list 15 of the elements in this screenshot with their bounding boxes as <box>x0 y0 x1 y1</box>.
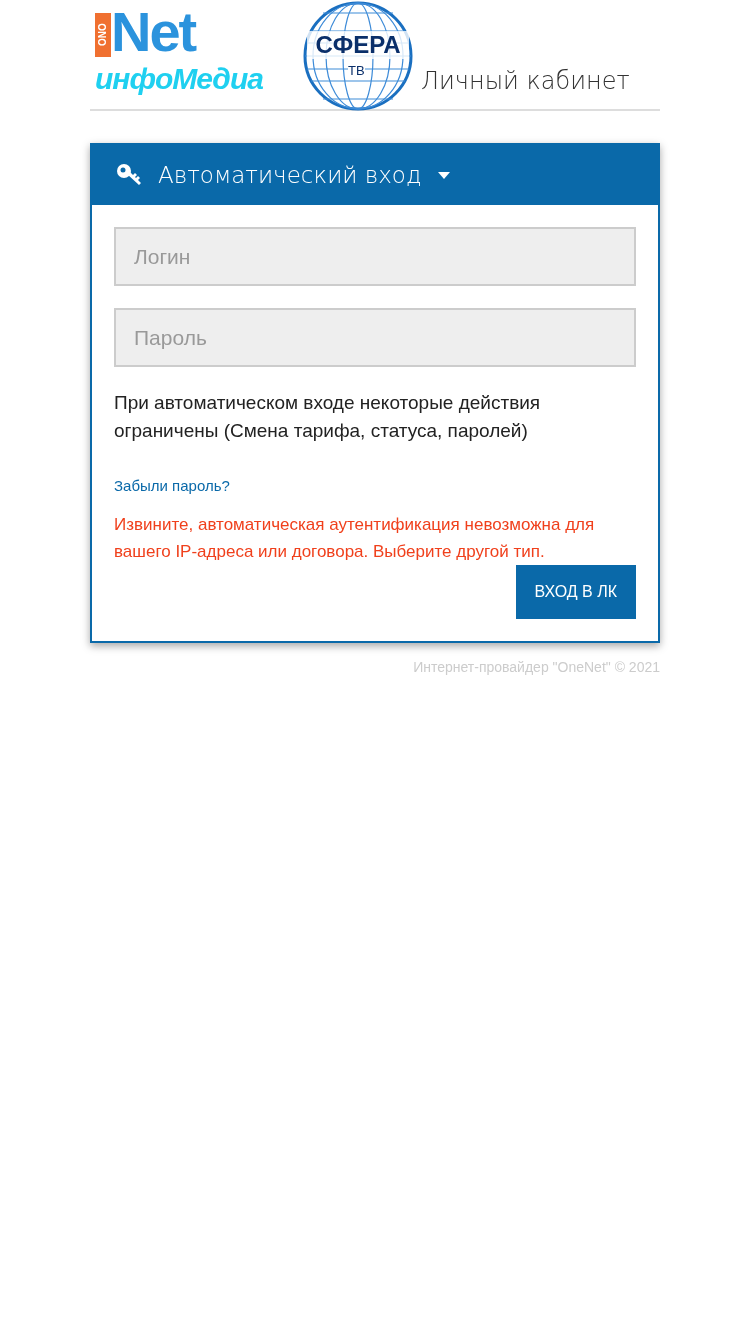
password-field[interactable]: Пароль <box>114 308 636 367</box>
login-mode-dropdown[interactable]: Автоматический вход <box>116 162 450 188</box>
caret-icon <box>437 171 450 179</box>
logo-text: ТВ <box>348 63 365 78</box>
logo-text: инфоМедиа <box>95 61 264 97</box>
login-button[interactable]: ВХОД В ЛК <box>515 565 636 619</box>
page-title: Личный кабинет <box>421 67 630 95</box>
error-message: Извините, автоматическая аутентификация невозможна для вашего IP-адреса или договора. Выберите другой тип. <box>114 514 596 563</box>
login-field[interactable]: Логин <box>114 227 636 286</box>
logo-side-text: ONO <box>95 13 111 57</box>
logo-text: Net <box>111 7 196 57</box>
key-icon <box>116 163 142 187</box>
logo-text: СФЕРА <box>307 31 409 59</box>
notice-text: При автоматическом входе некоторые действия ограничены (Смена тарифа, статуса, паролей) <box>114 391 542 443</box>
forgot-password-link[interactable]: Забыли пароль? <box>114 477 230 494</box>
